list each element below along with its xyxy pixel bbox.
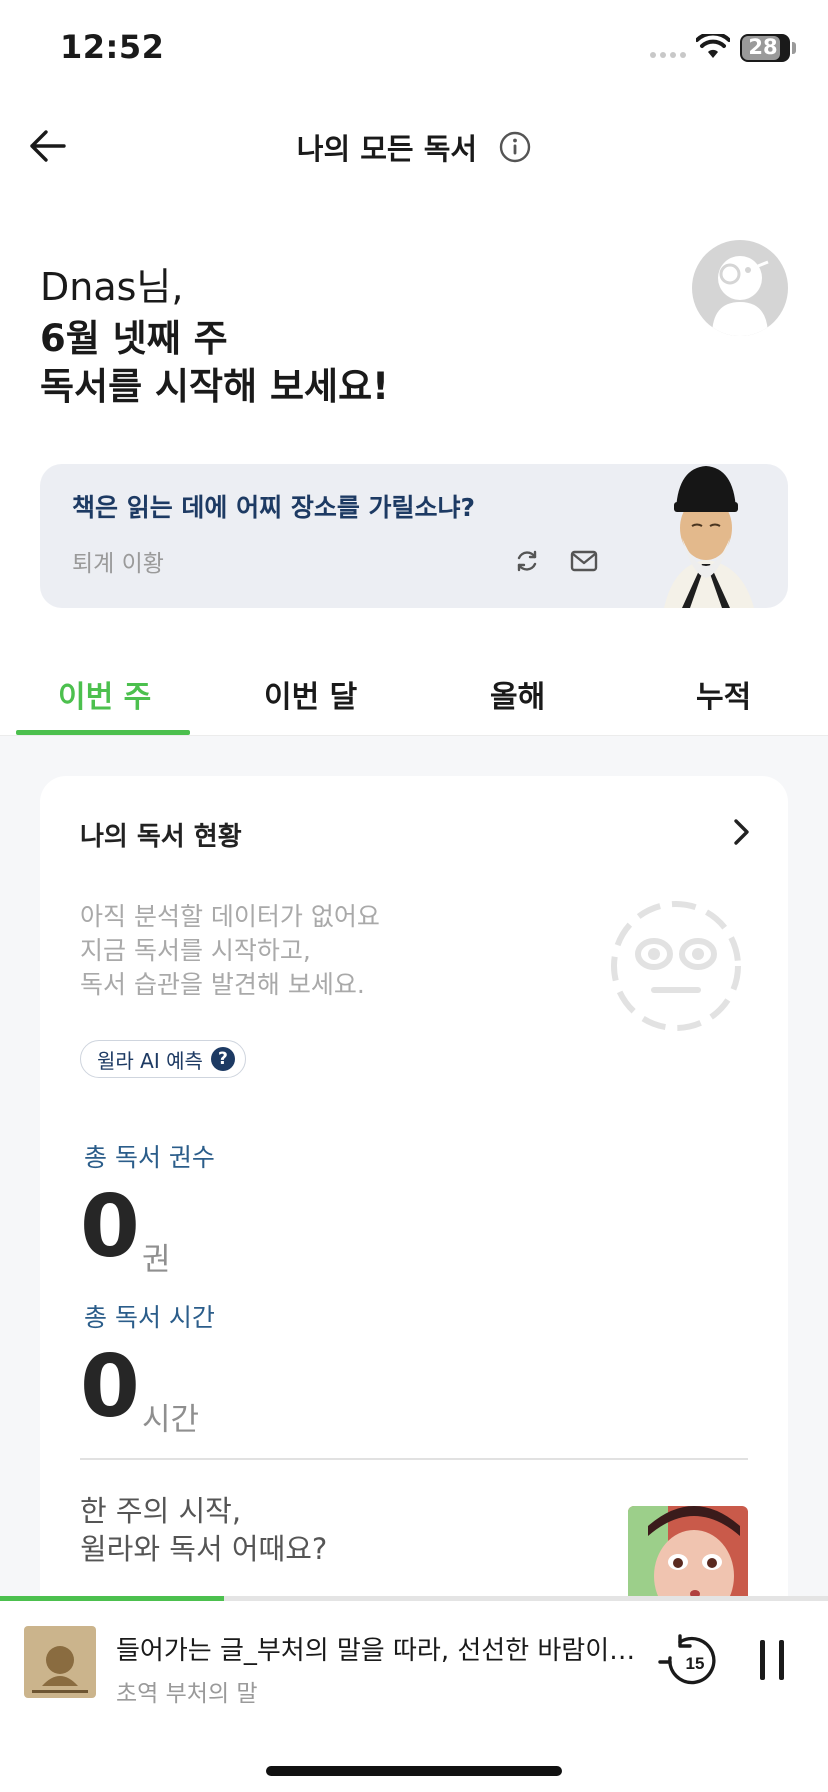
avatar-placeholder-icon (712, 256, 769, 336)
user-greeting-name: Dnas님, (40, 265, 184, 309)
total-time-label: 총 독서 시간 (84, 1303, 215, 1332)
tab-this-week[interactable]: 이번 주 (58, 672, 151, 716)
total-time-value: 0 (80, 1337, 140, 1437)
tab-active-indicator (16, 730, 190, 735)
reading-status-title[interactable]: 나의 독서 현황 (80, 816, 242, 853)
scholar-portrait-illustration (664, 466, 754, 608)
reading-status-card: 나의 독서 현황 아직 분석할 데이터가 없어요 지금 독서를 시작하고, 독서… (40, 776, 788, 1626)
playback-progress-fill (0, 1596, 224, 1601)
help-icon[interactable]: ? (210, 1047, 235, 1071)
total-time-unit: 시간 (142, 1402, 200, 1438)
page-title-text: 나의 모든 독서 (296, 132, 478, 166)
battery-level: 28 (748, 35, 778, 59)
status-bar: 12:52 28 (0, 0, 828, 100)
audiobook-cover[interactable] (24, 1626, 96, 1698)
wifi-icon (696, 34, 730, 58)
divider (80, 1458, 748, 1460)
mail-share-icon[interactable] (570, 548, 598, 574)
empty-state-line: 독서 습관을 발견해 보세요. (80, 970, 365, 999)
promo-line: 윌라와 독서 어때요? (80, 1532, 328, 1566)
battery-tip (792, 42, 796, 54)
period-tabs: 이번 주 이번 달 올해 누적 (0, 648, 828, 736)
pause-icon[interactable] (756, 1636, 788, 1684)
player-track-title[interactable]: 들어가는 글_부처의 말을 따라, 선선한 바람이… (116, 1630, 646, 1667)
promo-book-cover[interactable] (628, 1506, 748, 1606)
home-indicator (266, 1766, 562, 1776)
avatar[interactable] (692, 240, 788, 336)
empty-state-line: 지금 독서를 시작하고, (80, 936, 311, 965)
tab-this-month[interactable]: 이번 달 (264, 672, 357, 716)
rewind-15-icon[interactable]: 15 (656, 1632, 718, 1688)
tab-cumulative[interactable]: 누적 (696, 672, 751, 716)
page-title: 나의 모든 독서 (0, 126, 828, 168)
quote-author: 퇴계 이황 (72, 551, 164, 577)
greeting-prompt: 독서를 시작해 보세요! (40, 365, 389, 408)
playback-progress-bar (0, 1596, 828, 1601)
empty-face-icon (611, 901, 741, 1031)
greeting-week: 6월 넷째 주 (40, 317, 228, 360)
total-books-unit: 권 (142, 1242, 171, 1278)
total-books-label: 총 독서 권수 (84, 1143, 215, 1172)
weekly-promo-text[interactable]: 한 주의 시작, 윌라와 독서 어때요? (80, 1492, 327, 1568)
total-books-value: 0 (80, 1177, 140, 1277)
tab-this-year[interactable]: 올해 (490, 672, 545, 716)
info-icon[interactable] (499, 131, 531, 163)
quote-card: 책은 읽는 데에 어찌 장소를 가릴소냐? 퇴계 이황 (40, 464, 788, 608)
mini-player[interactable]: 들어가는 글_부처의 말을 따라, 선선한 바람이… 초역 부처의 말 15 (0, 1596, 828, 1792)
promo-line: 한 주의 시작, (80, 1494, 242, 1528)
player-book-title: 초역 부처의 말 (116, 1681, 258, 1707)
cellular-signal-icon (650, 52, 686, 58)
chevron-right-icon[interactable] (730, 816, 754, 848)
quote-text: 책은 읽는 데에 어찌 장소를 가릴소냐? (72, 493, 476, 522)
empty-state-line: 아직 분석할 데이터가 없어요 (80, 902, 380, 931)
ai-prediction-label: 윌라 AI 예측 (97, 1048, 203, 1073)
battery-icon: 28 (740, 34, 790, 62)
empty-state-message: 아직 분석할 데이터가 없어요 지금 독서를 시작하고, 독서 습관을 발견해 … (80, 900, 480, 1002)
refresh-icon[interactable] (514, 548, 540, 574)
status-time: 12:52 (60, 28, 165, 66)
ai-prediction-chip[interactable]: 윌라 AI 예측 ? (80, 1040, 246, 1078)
rewind-seconds: 15 (686, 1654, 705, 1673)
